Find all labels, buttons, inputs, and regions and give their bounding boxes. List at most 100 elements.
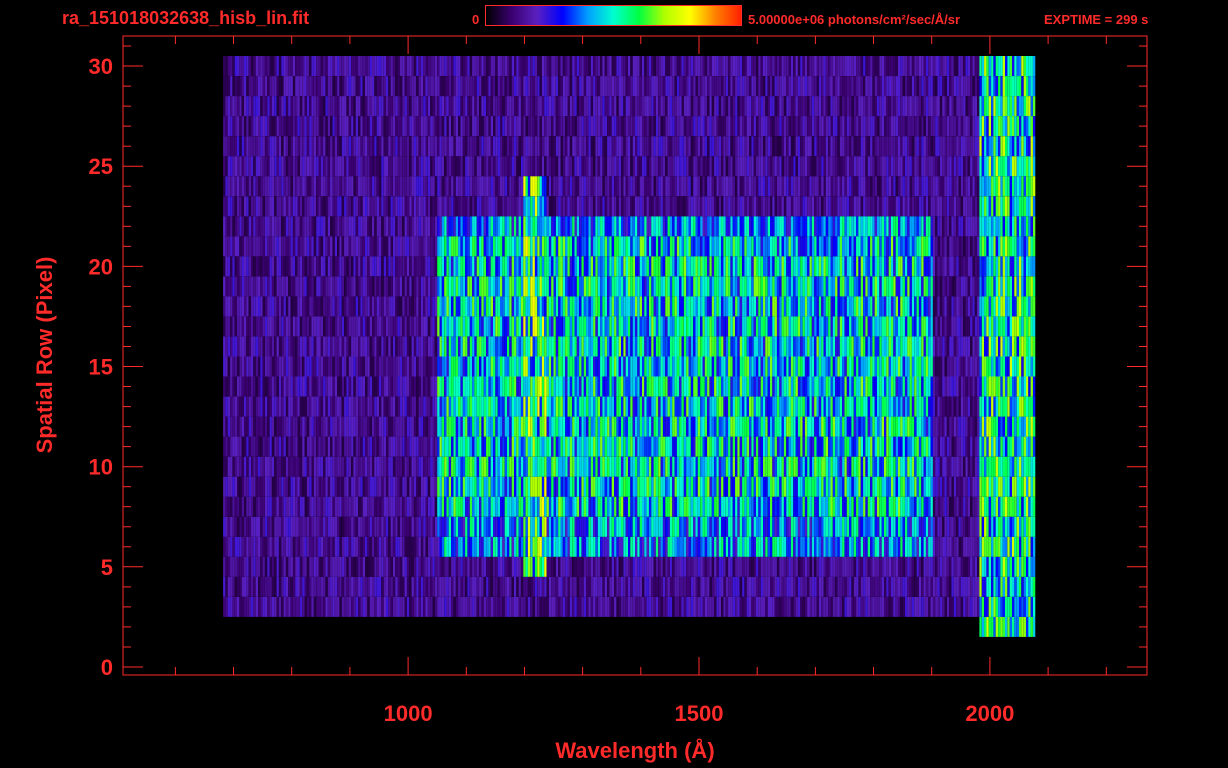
heatmap-cell xyxy=(560,456,563,477)
heatmap-cell xyxy=(434,516,438,537)
heatmap-cell xyxy=(258,576,261,597)
heatmap-cell xyxy=(1014,356,1017,377)
heatmap-cell xyxy=(251,576,254,597)
heatmap-cell xyxy=(942,536,945,557)
heatmap-cell xyxy=(1005,576,1008,597)
heatmap-cell xyxy=(383,596,386,617)
heatmap-cell xyxy=(232,436,235,457)
heatmap-cell xyxy=(548,516,552,537)
heatmap-cell xyxy=(476,376,479,397)
heatmap-cell xyxy=(283,456,286,477)
heatmap-cell xyxy=(341,436,345,457)
heatmap-cell xyxy=(483,456,486,477)
heatmap-cell xyxy=(646,376,649,397)
heatmap-cell xyxy=(274,476,277,497)
heatmap-cell xyxy=(269,436,272,457)
heatmap-cell xyxy=(704,336,708,357)
heatmap-cell xyxy=(704,436,708,457)
heatmap-cell xyxy=(974,496,978,517)
heatmap-cell xyxy=(651,396,654,417)
heatmap-cell xyxy=(998,396,1001,417)
heatmap-cell xyxy=(546,416,549,437)
heatmap-cell xyxy=(746,516,749,537)
heatmap-cell xyxy=(437,576,440,597)
heatmap-cell xyxy=(416,476,419,497)
heatmap-cell xyxy=(274,596,277,617)
heatmap-cell xyxy=(420,516,424,537)
heatmap-cell xyxy=(809,436,812,457)
heatmap-cell xyxy=(783,356,787,377)
heatmap-cell xyxy=(870,536,873,557)
heatmap-cell xyxy=(814,496,817,517)
heatmap-cell xyxy=(541,536,545,557)
heatmap-cell xyxy=(460,436,463,457)
heatmap-cell xyxy=(944,356,947,377)
heatmap-cell xyxy=(437,536,440,557)
heatmap-cell xyxy=(274,356,277,377)
heatmap-cell xyxy=(763,356,766,377)
heatmap-cell xyxy=(891,336,894,357)
heatmap-cell xyxy=(765,416,768,437)
heatmap-cell xyxy=(600,436,603,457)
heatmap-cell xyxy=(970,336,973,357)
heatmap-cell xyxy=(830,476,833,497)
heatmap-cell xyxy=(379,596,382,617)
heatmap-cell xyxy=(676,536,680,557)
heatmap-cell xyxy=(963,556,966,577)
heatmap-cell xyxy=(609,436,612,457)
heatmap-cell xyxy=(474,436,477,457)
heatmap-cell xyxy=(248,436,251,457)
heatmap-cell xyxy=(546,456,549,477)
heatmap-cell xyxy=(555,556,559,577)
heatmap-cell xyxy=(723,396,726,417)
heatmap-cell xyxy=(604,556,607,577)
heatmap-cell xyxy=(711,416,715,437)
heatmap-cell xyxy=(593,596,596,617)
heatmap-cell xyxy=(334,436,338,457)
heatmap-cell xyxy=(835,456,838,477)
heatmap-cell xyxy=(898,396,901,417)
heatmap-cell xyxy=(302,376,305,397)
heatmap-cell xyxy=(891,396,894,417)
heatmap-cell xyxy=(972,516,975,537)
heatmap-cell xyxy=(269,556,272,577)
heatmap-cell xyxy=(595,456,598,477)
heatmap-cell xyxy=(434,376,438,397)
heatmap-cell xyxy=(383,476,386,497)
heatmap-cell xyxy=(411,576,414,597)
heatmap-cell xyxy=(905,416,908,437)
heatmap-cell xyxy=(334,516,338,537)
heatmap-cell xyxy=(935,416,938,437)
heatmap-cell xyxy=(423,496,426,517)
heatmap-cell xyxy=(884,456,887,477)
heatmap-cell xyxy=(423,596,426,617)
heatmap-cell xyxy=(386,376,389,397)
heatmap-cell xyxy=(639,396,642,417)
heatmap-cell xyxy=(998,596,1001,617)
heatmap-cell xyxy=(481,496,484,517)
heatmap-cell xyxy=(818,516,822,537)
heatmap-cell xyxy=(427,536,431,557)
heatmap-cell xyxy=(507,496,510,517)
heatmap-cell xyxy=(1016,336,1019,357)
heatmap-cell xyxy=(739,336,742,357)
heatmap-cell xyxy=(511,456,514,477)
heatmap-cell xyxy=(411,356,414,377)
heatmap-cell xyxy=(628,556,631,577)
heatmap-cell xyxy=(323,516,326,537)
heatmap-cell xyxy=(981,436,985,457)
heatmap-cell xyxy=(921,456,924,477)
heatmap-cell xyxy=(986,476,989,497)
heatmap-cell xyxy=(493,596,496,617)
heatmap-cell xyxy=(688,516,691,537)
heatmap-cell xyxy=(490,416,493,437)
heatmap-cell xyxy=(753,436,756,457)
heatmap-cell xyxy=(790,376,794,397)
heatmap-cell xyxy=(911,456,915,477)
heatmap-cell xyxy=(884,436,887,457)
heatmap-cell xyxy=(858,596,861,617)
heatmap-cell xyxy=(288,536,291,557)
heatmap-cell xyxy=(793,356,796,377)
heatmap-cell xyxy=(844,436,847,457)
heatmap-cell xyxy=(814,436,817,457)
